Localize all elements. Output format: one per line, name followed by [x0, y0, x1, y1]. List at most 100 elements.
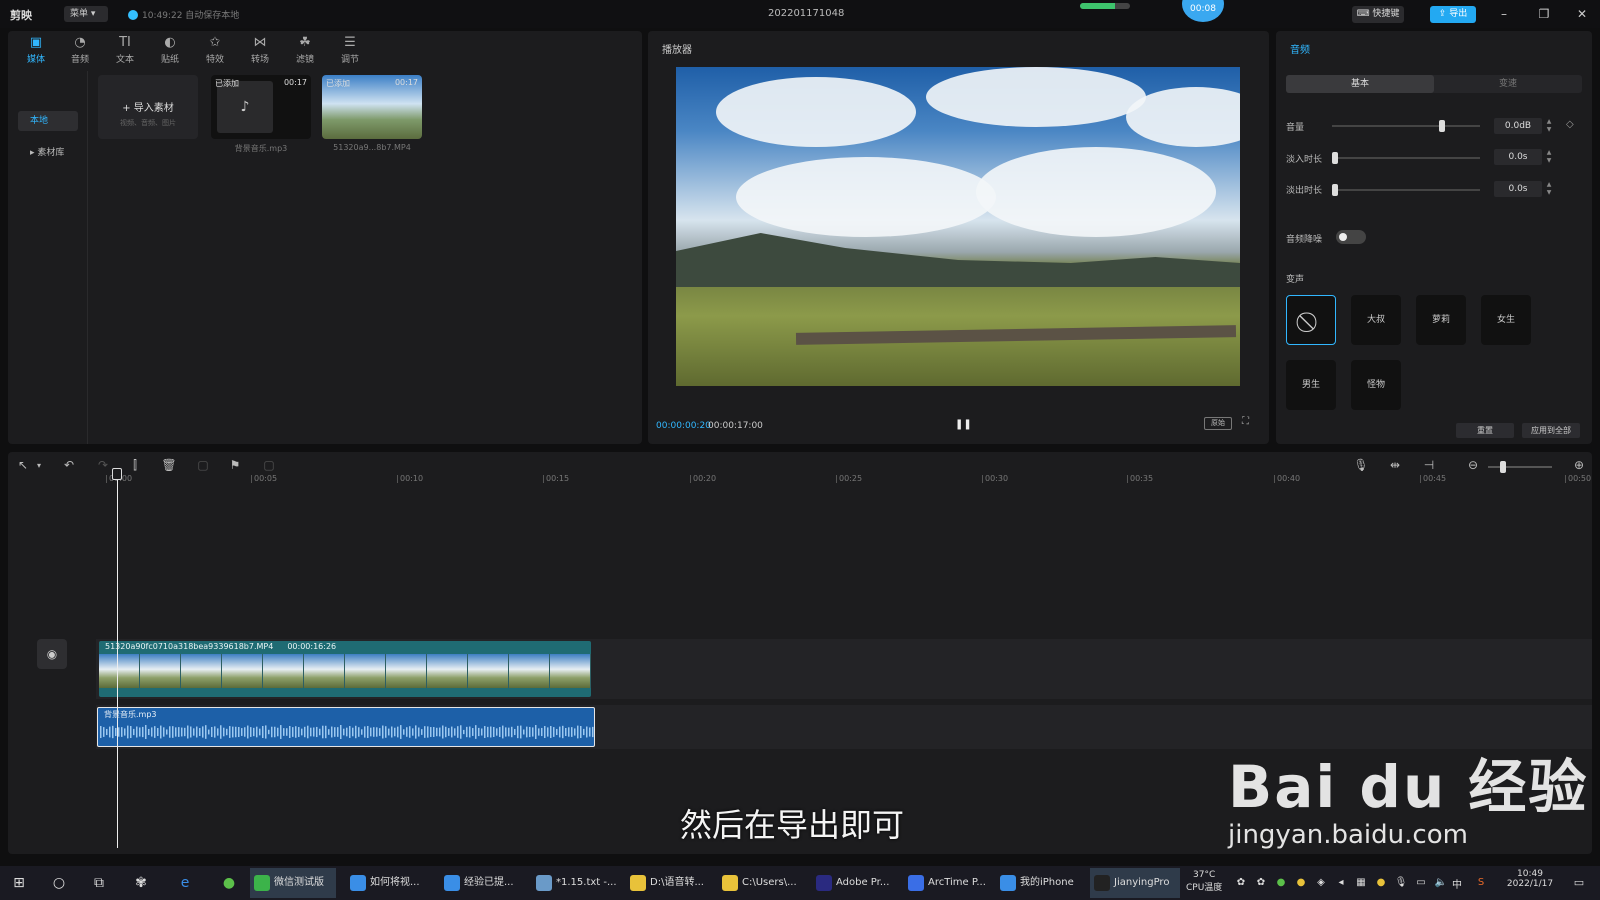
- fadeout-stepper[interactable]: ▲ ▼: [1544, 181, 1554, 197]
- tab-sticker[interactable]: ◐ 贴纸: [150, 34, 190, 68]
- minimize-icon[interactable]: –: [1494, 6, 1514, 22]
- tab-text[interactable]: TI 文本: [105, 34, 145, 68]
- tab-adjust[interactable]: ☰ 调节: [330, 34, 370, 68]
- wave-bar: [415, 725, 417, 739]
- clock[interactable]: 10:49 2022/1/17: [1500, 869, 1560, 889]
- taskbar-app[interactable]: 经验已提...: [440, 868, 526, 898]
- tab-speed[interactable]: 变速: [1434, 75, 1582, 93]
- tray-icon[interactable]: ●: [1372, 874, 1390, 892]
- tray-icon[interactable]: ●: [1292, 874, 1310, 892]
- keyframe-icon[interactable]: ◇: [1566, 119, 1574, 130]
- undo-icon[interactable]: ↶: [60, 458, 78, 472]
- windows-start-icon[interactable]: ⊞: [10, 874, 28, 892]
- tray-icon[interactable]: ✿: [1252, 874, 1270, 892]
- volume-slider[interactable]: [1332, 120, 1480, 132]
- fadeout-input[interactable]: 0.0s: [1494, 181, 1542, 197]
- zoom-out-icon[interactable]: ⊖: [1464, 458, 1482, 472]
- fadein-knob[interactable]: [1332, 152, 1338, 164]
- network-icon[interactable]: ▭: [1412, 874, 1430, 892]
- ime-indicator[interactable]: 中: [1452, 876, 1462, 891]
- taskbar-app[interactable]: C:\Users\...: [718, 868, 806, 898]
- chevron-down-icon[interactable]: ▾: [30, 461, 48, 470]
- wave-bar: [322, 725, 324, 739]
- browser-icon[interactable]: e: [176, 874, 194, 892]
- video-preview[interactable]: [676, 67, 1240, 386]
- tab-media[interactable]: ▣ 媒体: [16, 34, 56, 68]
- taskbar-app[interactable]: D:\语音转...: [626, 868, 712, 898]
- tab-basic[interactable]: 基本: [1286, 75, 1434, 93]
- sidebar-item-local[interactable]: 本地: [18, 111, 78, 131]
- wechat-tray-icon[interactable]: ●: [1272, 874, 1290, 892]
- pause-icon[interactable]: ❚❚: [955, 419, 972, 430]
- voice-female-button[interactable]: 女生: [1481, 295, 1531, 345]
- marker-icon[interactable]: ⚑: [226, 458, 244, 472]
- fadeout-slider[interactable]: [1332, 184, 1480, 196]
- volume-knob[interactable]: [1438, 120, 1445, 132]
- volume-input[interactable]: 0.0dB: [1494, 118, 1542, 134]
- sidebar-item-library[interactable]: ▸ 素材库: [18, 143, 78, 163]
- media-item-audio[interactable]: ♪ 已添加 00:17: [211, 75, 311, 139]
- zoom-knob[interactable]: [1500, 461, 1506, 473]
- split-icon[interactable]: ⫿: [126, 458, 144, 473]
- shortcut-button[interactable]: ⌨ 快捷键: [1352, 6, 1404, 23]
- playhead[interactable]: [117, 468, 118, 848]
- tab-effects[interactable]: ✩ 特效: [195, 34, 235, 68]
- taskbar-app[interactable]: *1.15.txt -...: [532, 868, 620, 898]
- tab-transition[interactable]: ⋈ 转场: [240, 34, 280, 68]
- export-button[interactable]: ⇪ 导出: [1430, 6, 1476, 23]
- taskbar-app[interactable]: 如何将视...: [346, 868, 434, 898]
- tray-icon[interactable]: S: [1472, 874, 1490, 892]
- delete-icon[interactable]: 🗑: [160, 458, 178, 472]
- app-icon[interactable]: ✾: [132, 874, 150, 892]
- voice-none-button[interactable]: ⃠: [1286, 295, 1336, 345]
- volume-icon[interactable]: 🔈: [1432, 874, 1450, 892]
- search-icon[interactable]: ○: [50, 874, 68, 892]
- wave-bar: [313, 727, 315, 737]
- video-clip[interactable]: 51320a90fc0710a318bea9339618b7.MP4 00:00:…: [99, 641, 591, 697]
- app-icon[interactable]: ●: [220, 874, 238, 892]
- denoise-toggle[interactable]: [1336, 230, 1366, 244]
- ratio-button[interactable]: 原始: [1204, 417, 1232, 430]
- close-icon[interactable]: ✕: [1572, 6, 1592, 22]
- tab-audio[interactable]: ◔ 音频: [60, 34, 100, 68]
- volume-stepper[interactable]: ▲ ▼: [1544, 118, 1554, 134]
- apply-all-button[interactable]: 应用到全部: [1522, 423, 1580, 438]
- task-view-icon[interactable]: ⧉: [90, 874, 108, 892]
- voice-male-button[interactable]: 男生: [1286, 360, 1336, 410]
- taskbar-app[interactable]: 微信测试版: [250, 868, 336, 898]
- zoom-in-icon[interactable]: ⊕: [1570, 458, 1588, 472]
- zoom-slider[interactable]: [1488, 461, 1552, 473]
- taskbar-app[interactable]: 我的iPhone: [996, 868, 1082, 898]
- voice-loli-button[interactable]: 萝莉: [1416, 295, 1466, 345]
- player-panel: 播放器 00:00:00:20 00:00:17:00 ❚❚ 原始 ⛶: [648, 31, 1269, 444]
- import-button[interactable]: + 导入素材 视频、音频、图片: [98, 75, 198, 139]
- menu-button[interactable]: 菜单 ▾: [64, 6, 108, 22]
- tray-icon[interactable]: ◈: [1312, 874, 1330, 892]
- taskbar-app[interactable]: Adobe Pr...: [812, 868, 898, 898]
- playhead-handle[interactable]: [112, 468, 122, 480]
- tray-icon[interactable]: ◂: [1332, 874, 1350, 892]
- reset-button[interactable]: 重置: [1456, 423, 1514, 438]
- fadein-input[interactable]: 0.0s: [1494, 149, 1542, 165]
- preview-axis-icon[interactable]: ⊣: [1420, 458, 1438, 472]
- microphone-icon[interactable]: 🎙: [1352, 458, 1370, 472]
- fadein-slider[interactable]: [1332, 152, 1480, 164]
- media-item-video[interactable]: 已添加 00:17: [322, 75, 422, 139]
- microphone-tray-icon[interactable]: 🎙: [1392, 874, 1410, 892]
- fullscreen-icon[interactable]: ⛶: [1242, 416, 1249, 427]
- fadein-stepper[interactable]: ▲ ▼: [1544, 149, 1554, 165]
- notification-icon[interactable]: ▭: [1570, 874, 1588, 892]
- voice-monster-button[interactable]: 怪物: [1351, 360, 1401, 410]
- track-mute-icon[interactable]: ◉: [37, 639, 67, 669]
- link-icon[interactable]: ⇹: [1386, 458, 1404, 472]
- tab-filter[interactable]: ☘ 滤镜: [285, 34, 325, 68]
- audio-clip[interactable]: 背景音乐.mp3: [97, 707, 595, 747]
- taskbar-app[interactable]: JianyingPro: [1090, 868, 1180, 898]
- restore-icon[interactable]: ❐: [1534, 6, 1554, 22]
- fadeout-knob[interactable]: [1332, 184, 1338, 196]
- tab-label: 音频: [70, 55, 89, 65]
- voice-uncle-button[interactable]: 大叔: [1351, 295, 1401, 345]
- tray-icon[interactable]: ▦: [1352, 874, 1370, 892]
- tray-icon[interactable]: ✿: [1232, 874, 1250, 892]
- taskbar-app[interactable]: ArcTime P...: [904, 868, 992, 898]
